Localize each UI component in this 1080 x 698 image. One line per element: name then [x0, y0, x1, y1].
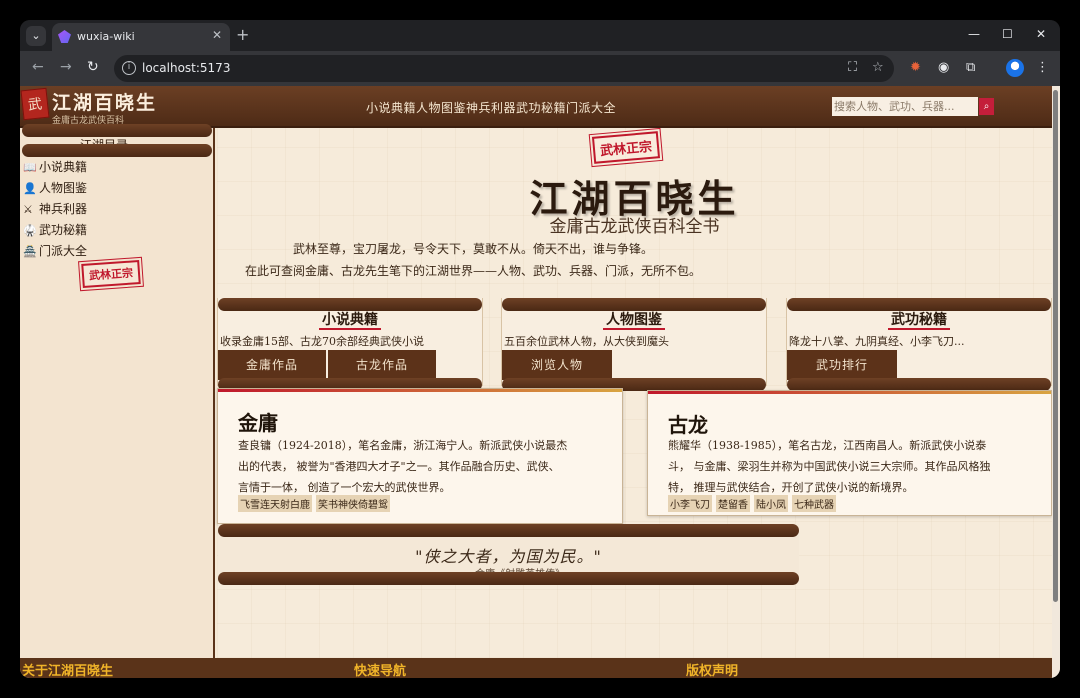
card-description: 收录金庸15部、古龙70余部经典武侠小说 — [220, 335, 424, 348]
swords-icon: ⚔ — [23, 203, 33, 216]
hero-stamp: 武林正宗 — [588, 127, 664, 168]
site-footer: 关于江湖百晓生 快速导航 版权声明 — [20, 658, 1052, 678]
back-icon[interactable]: ← — [32, 59, 44, 75]
main-content: 武林正宗 江湖百晓生 金庸古龙武侠百科全书 武林至尊，宝刀屠龙，号令天下，莫敢不… — [217, 127, 1052, 658]
sidebar-item-sects[interactable]: 🏯 门派大全 — [23, 242, 87, 259]
card-description: 降龙十八掌、九阴真经、小李飞刀... — [789, 335, 965, 348]
martial-arts-icon: 🥋 — [23, 224, 37, 237]
tab-title: wuxia-wiki — [77, 30, 135, 43]
author-card-jinyong[interactable]: 金庸 查良镛（1924-2018），笔名金庸，浙江海宁人。新派武侠小说最杰 出的… — [217, 388, 623, 524]
quote-text: "侠之大者，为国为民。" — [415, 547, 602, 566]
extension-sparkle-icon[interactable]: ✹ — [910, 60, 921, 75]
top-nav-links[interactable]: 小说典籍人物图鉴神兵利器武功秘籍门派大全 — [366, 99, 616, 116]
tag[interactable]: 小李飞刀 — [668, 495, 712, 512]
scroll-ornament-bottom — [218, 572, 799, 585]
jinyong-works-button[interactable]: 金庸作品 — [218, 350, 326, 380]
hero-desc-line-1: 武林至尊，宝刀屠龙，号令天下，莫敢不从。倚天不出，谁与争锋。 — [292, 242, 653, 256]
scroll-ornament-top — [218, 524, 799, 537]
reload-icon[interactable]: ↻ — [87, 59, 99, 75]
site-header: 武 江湖百晓生 金庸古龙武侠百科 小说典籍人物图鉴神兵利器武功秘籍门派大全 搜索… — [20, 86, 1052, 128]
person-icon: 👤 — [23, 182, 37, 195]
site-title[interactable]: 江湖百晓生 — [52, 88, 157, 115]
sidebar-item-label: 神兵利器 — [39, 202, 88, 216]
scroll-ornament-bottom — [22, 144, 212, 157]
author-name: 古龙 — [668, 413, 708, 437]
tab-search-icon[interactable]: ⌄ — [26, 26, 46, 46]
sidebar-stamp: 武林正宗 — [78, 256, 144, 292]
extension-openai-icon[interactable]: ◉ — [938, 60, 949, 75]
card-novels: 小说典籍 收录金庸15部、古龙70余部经典武侠小说 金庸作品 古龙作品 — [217, 298, 483, 391]
logo-seal[interactable]: 武 — [20, 87, 50, 121]
author-tags: 飞雪连天射白鹿 笑书神侠倚碧鸳 — [238, 493, 394, 512]
sidebar-item-label: 人物图鉴 — [39, 181, 88, 195]
hero-desc-line-2: 在此可查阅金庸、古龙先生笔下的江湖世界——人物、武功、兵器、门派，无所不包。 — [244, 264, 701, 278]
sidebar-item-characters[interactable]: 👤 人物图鉴 — [23, 179, 87, 196]
tag[interactable]: 陆小凤 — [754, 495, 788, 512]
sidebar-item-label: 门派大全 — [39, 244, 88, 258]
minimize-icon[interactable]: — — [968, 27, 980, 41]
author-card-gulong[interactable]: 古龙 熊耀华（1938-1985），笔名古龙，江西南昌人。新派武侠小说泰 斗， … — [647, 390, 1052, 516]
page-viewport: 武 江湖百晓生 金庸古龙武侠百科 小说典籍人物图鉴神兵利器武功秘籍门派大全 搜索… — [20, 86, 1060, 678]
author-tags: 小李飞刀 楚留香 陆小凤 七种武器 — [668, 493, 840, 512]
bookmark-star-icon[interactable]: ☆ — [872, 60, 884, 75]
footer-copyright-link[interactable]: 版权声明 — [686, 660, 738, 678]
hero-subtitle: 金庸古龙武侠百科全书 — [549, 217, 720, 237]
forward-icon[interactable]: → — [60, 59, 72, 75]
tag[interactable]: 笑书神侠倚碧鸳 — [316, 495, 390, 512]
hero-description: 武林至尊，宝刀屠龙，号令天下，莫敢不从。倚天不出，谁与争锋。 在此可查阅金庸、古… — [223, 238, 723, 294]
sidebar-item-novels[interactable]: 📖 小说典籍 — [23, 158, 87, 175]
card-title: 小说典籍 — [218, 309, 482, 330]
browser-tab[interactable]: wuxia-wiki ✕ — [52, 23, 230, 51]
close-tab-icon[interactable]: ✕ — [212, 28, 222, 42]
gulong-works-button[interactable]: 古龙作品 — [328, 350, 436, 380]
tag[interactable]: 楚留香 — [716, 495, 750, 512]
card-accent-line — [218, 389, 622, 392]
site-info-icon[interactable]: i — [122, 61, 136, 75]
card-title: 人物图鉴 — [502, 309, 766, 330]
sidebar-item-label: 小说典籍 — [39, 160, 88, 174]
address-bar[interactable]: i localhost:5173 ⛶ ☆ — [114, 55, 894, 82]
profile-avatar-icon[interactable] — [1006, 59, 1024, 77]
browser-toolbar: ← → ↻ i localhost:5173 ⛶ ☆ ✹ ◉ ⧉ ⋮ — [20, 51, 1060, 86]
sidebar-item-martial-arts[interactable]: 🥋 武功秘籍 — [23, 221, 87, 238]
new-tab-icon[interactable]: + — [236, 25, 249, 44]
sidebar-item-label: 武功秘籍 — [39, 223, 88, 237]
translate-icon[interactable]: ⛶ — [848, 60, 857, 75]
sidebar-item-weapons[interactable]: ⚔ 神兵利器 — [23, 200, 87, 217]
author-bio: 熊耀华（1938-1985），笔名古龙，江西南昌人。新派武侠小说泰 斗， 与金庸… — [668, 439, 991, 494]
extensions-puzzle-icon[interactable]: ⧉ — [966, 60, 975, 75]
author-name: 金庸 — [238, 411, 278, 435]
sidebar: 江湖目录 📖 小说典籍 👤 人物图鉴 ⚔ 神兵利器 🥋 武功秘籍 🏯 门派大全 武林正宗 — [20, 124, 215, 658]
card-title: 武功秘籍 — [787, 309, 1051, 330]
search-icon[interactable]: ⌕ — [979, 98, 994, 115]
author-bio: 查良镛（1924-2018），笔名金庸，浙江海宁人。新派武侠小说最杰 出的代表，… — [238, 439, 568, 494]
scrollbar-thumb[interactable] — [1053, 90, 1058, 602]
book-icon: 📖 — [23, 161, 37, 174]
url-text: localhost:5173 — [142, 61, 231, 75]
card-martial-arts: 武功秘籍 降龙十八掌、九阴真经、小李飞刀... 武功排行 — [786, 298, 1052, 391]
close-window-icon[interactable]: ✕ — [1036, 27, 1046, 41]
card-description: 五百余位武林人物，从大侠到魔头 — [504, 335, 669, 348]
quote-scroll: "侠之大者，为国为民。" —— 金庸《射雕英雄传》 — [218, 524, 799, 585]
maximize-icon[interactable]: ☐ — [1002, 27, 1013, 41]
vite-favicon-icon — [58, 30, 71, 43]
search-input[interactable]: 搜索人物、武功、兵器... — [832, 97, 978, 116]
tag[interactable]: 七种武器 — [792, 495, 836, 512]
browse-characters-button[interactable]: 浏览人物 — [502, 350, 612, 380]
tab-bar: ⌄ wuxia-wiki ✕ + — ☐ ✕ — [20, 20, 1060, 51]
footer-about-link[interactable]: 关于江湖百晓生 — [22, 660, 113, 678]
temple-icon: 🏯 — [23, 245, 37, 258]
card-characters: 人物图鉴 五百余位武林人物，从大侠到魔头 浏览人物 — [501, 298, 767, 391]
footer-quick-nav-link[interactable]: 快速导航 — [354, 660, 406, 678]
browser-menu-icon[interactable]: ⋮ — [1036, 60, 1049, 75]
martial-ranking-button[interactable]: 武功排行 — [787, 350, 897, 380]
card-accent-line — [648, 391, 1051, 394]
tag[interactable]: 飞雪连天射白鹿 — [238, 495, 312, 512]
page-scrollbar[interactable] — [1052, 86, 1060, 678]
browser-window: ⌄ wuxia-wiki ✕ + — ☐ ✕ ← → ↻ i localhost… — [20, 20, 1060, 678]
